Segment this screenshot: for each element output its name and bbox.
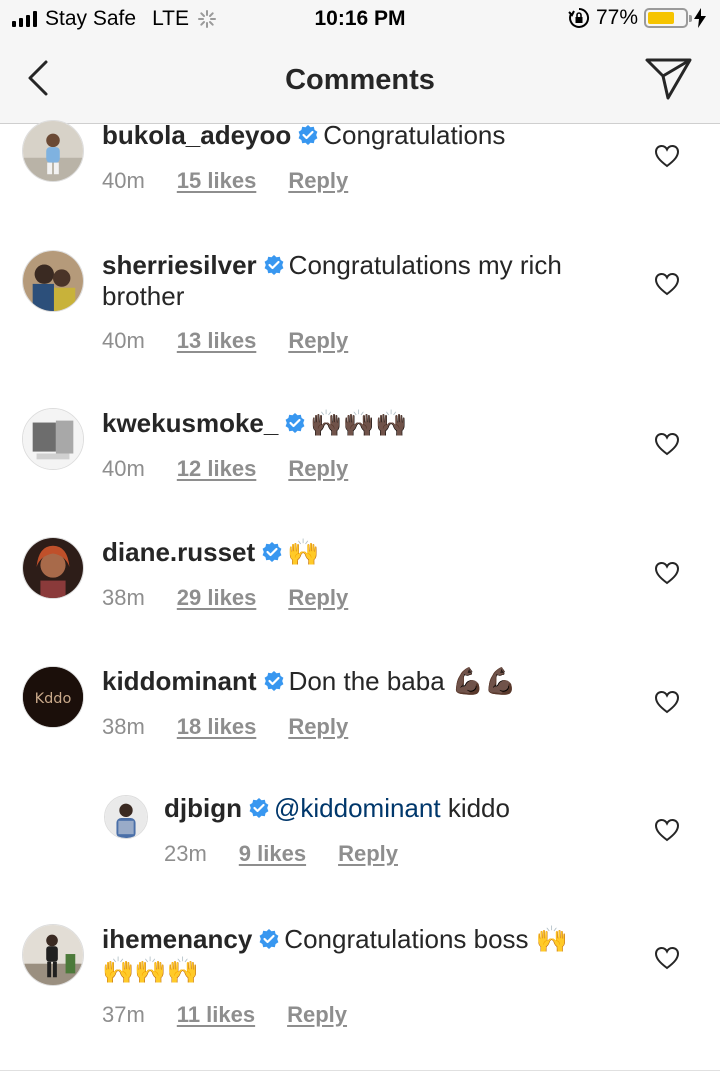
username[interactable]: djbign (164, 793, 242, 823)
verified-badge-icon (259, 929, 279, 949)
comment-item: Kddo kiddominant Don the baba 💪🏿💪🏿 38m 18… (0, 664, 720, 754)
reply-button[interactable]: Reply (338, 841, 398, 867)
username[interactable]: bukola_adeyoo (102, 120, 291, 150)
avatar[interactable] (22, 924, 84, 986)
avatar[interactable] (22, 408, 84, 470)
likes-link[interactable]: 12 likes (177, 456, 257, 482)
username[interactable]: kiddominant (102, 666, 257, 696)
divider (0, 1070, 720, 1071)
comment-meta: 38m 29 likes Reply (102, 585, 348, 611)
comment-body-line2: 🙌🙌🙌 (102, 955, 200, 985)
avatar-logo-text: Kddo (35, 691, 72, 707)
heart-icon[interactable] (654, 561, 680, 585)
comment-time: 40m (102, 328, 145, 353)
battery-icon (644, 8, 692, 28)
likes-link[interactable]: 13 likes (177, 328, 257, 354)
heart-icon[interactable] (654, 432, 680, 456)
comment-text: sherriesilver Congratulations my rich bro… (102, 250, 628, 312)
username[interactable]: kwekusmoke_ (102, 408, 278, 438)
status-bar: Stay Safe LTE 10:16 PM 77% (0, 0, 720, 40)
orientation-lock-icon (568, 7, 590, 28)
verified-badge-icon (264, 671, 283, 691)
comment-body: Congratulations boss 🙌 (284, 924, 569, 954)
comment-meta: 40m 15 likes Reply (102, 168, 348, 194)
comment-meta: 40m 13 likes Reply (102, 328, 348, 354)
comment-text: diane.russet 🙌 (102, 537, 628, 568)
heart-icon[interactable] (654, 818, 680, 842)
reply-button[interactable]: Reply (288, 456, 348, 482)
comment-body: Don the baba 💪🏿💪🏿 (288, 666, 517, 696)
battery-percent: 77% (595, 6, 638, 29)
verified-badge-icon (298, 125, 318, 145)
heart-icon[interactable] (654, 946, 680, 970)
heart-icon[interactable] (654, 690, 680, 714)
comment-text: kwekusmoke_ 🙌🏿🙌🏿🙌🏿 (102, 408, 628, 439)
comment-item: bukola_adeyoo Congratulations 40m 15 like… (0, 110, 720, 210)
comment-time: 37m (102, 1002, 145, 1027)
comment-meta: 38m 18 likes Reply (102, 714, 348, 740)
verified-badge-icon (285, 413, 305, 433)
avatar[interactable] (22, 250, 84, 312)
username[interactable]: diane.russet (102, 537, 255, 567)
reply-button[interactable]: Reply (288, 168, 348, 194)
heart-icon[interactable] (654, 144, 680, 168)
heart-icon[interactable] (654, 272, 680, 296)
comment-time: 38m (102, 714, 145, 739)
comment-time: 40m (102, 456, 145, 481)
username[interactable]: sherriesilver (102, 250, 257, 280)
mention-link[interactable]: @kiddominant (274, 793, 441, 823)
comment-meta: 40m 12 likes Reply (102, 456, 348, 482)
avatar[interactable] (22, 120, 84, 182)
likes-link[interactable]: 9 likes (239, 841, 306, 867)
reply-button[interactable]: Reply (288, 585, 348, 611)
username[interactable]: ihemenancy (102, 924, 252, 954)
comment-text: kiddominant Don the baba 💪🏿💪🏿 (102, 666, 628, 697)
avatar[interactable] (22, 537, 84, 599)
likes-link[interactable]: 15 likes (177, 168, 257, 194)
comment-meta: 37m 11 likes Reply (102, 1002, 347, 1028)
comment-meta: 23m 9 likes Reply (164, 841, 398, 867)
comment-text: bukola_adeyoo Congratulations (102, 120, 628, 151)
verified-badge-icon (262, 542, 282, 562)
comment-text: djbign @kiddominant kiddo (164, 793, 628, 824)
paper-plane-icon (645, 58, 692, 100)
comment-item: sherriesilver Congratulations my rich bro… (0, 248, 720, 358)
comment-item: ihemenancy Congratulations boss 🙌 🙌🙌🙌 37m… (0, 922, 720, 1042)
comment-body: 🙌 (287, 537, 320, 567)
status-right: 77% (568, 6, 706, 30)
comment-time: 38m (102, 585, 145, 610)
reply-button[interactable]: Reply (288, 328, 348, 354)
reply-button[interactable]: Reply (288, 714, 348, 740)
likes-link[interactable]: 11 likes (177, 1002, 255, 1028)
comment-item: kwekusmoke_ 🙌🏿🙌🏿🙌🏿 40m 12 likes Reply (0, 406, 720, 496)
reply-comment-item: djbign @kiddominant kiddo 23m 9 likes Rep… (0, 793, 720, 883)
comment-body: 🙌🏿🙌🏿🙌🏿 (310, 408, 408, 438)
comment-item: diane.russet 🙌 38m 29 likes Reply (0, 535, 720, 625)
avatar[interactable] (104, 795, 148, 839)
comment-time: 40m (102, 168, 145, 193)
charging-bolt-icon (694, 8, 706, 28)
comment-body: Congratulations (323, 120, 506, 150)
reply-button[interactable]: Reply (287, 1002, 347, 1028)
verified-badge-icon (249, 798, 269, 818)
avatar[interactable]: Kddo (22, 666, 84, 728)
likes-link[interactable]: 18 likes (177, 714, 257, 740)
likes-link[interactable]: 29 likes (177, 585, 257, 611)
comment-body: kiddo (447, 793, 510, 823)
share-button[interactable] (644, 56, 694, 102)
comment-text: ihemenancy Congratulations boss 🙌 🙌🙌🙌 (102, 924, 628, 986)
comment-time: 23m (164, 841, 207, 866)
page-title: Comments (285, 64, 435, 96)
verified-badge-icon (264, 255, 284, 275)
